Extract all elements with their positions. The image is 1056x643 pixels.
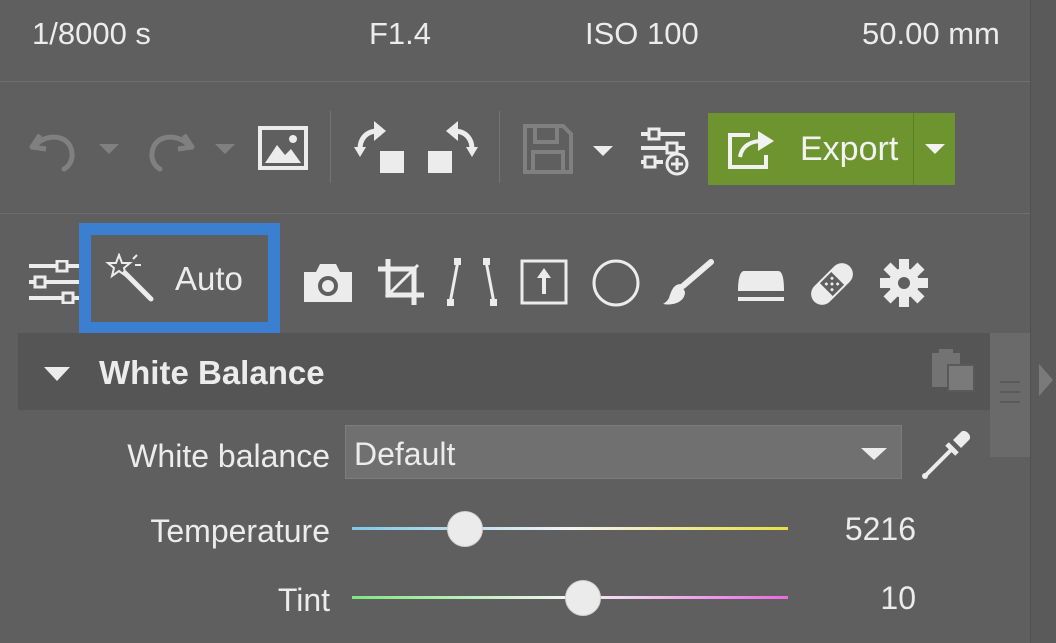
add-preset-button[interactable] xyxy=(636,125,692,177)
save-options-dropdown[interactable] xyxy=(590,141,616,161)
tint-value[interactable]: 10 xyxy=(796,580,916,617)
temperature-value[interactable]: 5216 xyxy=(796,511,916,548)
export-split-button: Export xyxy=(708,113,955,185)
rotate-right-icon xyxy=(428,121,478,173)
chevron-down-icon xyxy=(99,144,119,154)
chevron-down-icon xyxy=(861,448,887,460)
chevron-down-icon xyxy=(215,144,235,154)
chevron-down-icon xyxy=(593,146,613,156)
export-options-dropdown[interactable] xyxy=(914,113,955,185)
focal-length: 50.00 mm xyxy=(862,16,1000,51)
tab-perspective[interactable] xyxy=(444,257,500,307)
perspective-icon xyxy=(447,258,497,306)
redo-history-dropdown[interactable] xyxy=(212,139,238,159)
collapse-panel-strip[interactable] xyxy=(1030,0,1056,643)
chevron-right-icon xyxy=(1039,364,1053,396)
crop-icon xyxy=(378,259,424,305)
brush-icon xyxy=(663,259,714,305)
image-icon xyxy=(258,126,308,170)
frame-icon xyxy=(520,259,568,305)
undo-button[interactable] xyxy=(26,123,82,175)
paste-icon[interactable] xyxy=(930,347,978,393)
collapse-triangle-icon[interactable] xyxy=(42,365,72,383)
circle-icon xyxy=(592,259,640,307)
redo-icon xyxy=(149,133,195,172)
export-button[interactable]: Export xyxy=(708,113,913,185)
undo-icon xyxy=(29,133,75,172)
auto-label: Auto xyxy=(175,259,243,297)
tab-adjustments[interactable] xyxy=(26,259,82,305)
tab-crop[interactable] xyxy=(376,257,426,307)
main-toolbar: Export xyxy=(0,83,1030,214)
chevron-down-icon xyxy=(924,144,945,154)
tab-brush[interactable] xyxy=(660,257,716,309)
tint-slider-knob[interactable] xyxy=(565,580,602,616)
iso: ISO 100 xyxy=(585,16,699,51)
undo-history-dropdown[interactable] xyxy=(96,139,122,159)
tab-radial[interactable] xyxy=(590,257,642,309)
white-balance-picker-button[interactable] xyxy=(918,428,974,482)
redo-button[interactable] xyxy=(142,123,198,175)
temperature-slider-track[interactable] xyxy=(352,527,788,530)
tab-settings[interactable] xyxy=(878,257,930,309)
aperture: F1.4 xyxy=(369,16,432,51)
bandage-icon xyxy=(811,263,853,305)
white-balance-label: White balance xyxy=(127,438,330,474)
grip-icon xyxy=(1000,381,1020,403)
tint-label: Tint xyxy=(277,582,330,618)
white-balance-select[interactable]: Default xyxy=(345,425,902,479)
camera-icon xyxy=(304,264,352,302)
tool-tabs: Auto xyxy=(0,215,1030,334)
save-button[interactable] xyxy=(520,121,576,177)
save-icon xyxy=(523,124,573,174)
exif-info-bar: 1/8000 s F1.4 ISO 100 50.00 mm xyxy=(0,0,1030,82)
tab-healing[interactable] xyxy=(804,257,860,311)
magic-wand-icon xyxy=(105,252,154,301)
auto-button[interactable]: Auto xyxy=(79,223,280,334)
image-view-button[interactable] xyxy=(256,123,310,173)
gear-icon xyxy=(880,259,928,307)
tab-camera[interactable] xyxy=(302,259,354,305)
temperature-label: Temperature xyxy=(150,513,330,549)
eyedropper-icon xyxy=(922,430,971,479)
rotate-left-icon xyxy=(354,121,404,173)
iron-icon xyxy=(738,271,784,301)
temperature-slider-knob[interactable] xyxy=(447,511,484,547)
panel-scrollbar[interactable] xyxy=(990,333,1030,457)
shutter-speed: 1/8000 s xyxy=(32,16,151,51)
tab-iron[interactable] xyxy=(734,267,788,303)
add-preset-icon xyxy=(641,127,689,176)
export-label: Export xyxy=(800,129,899,168)
rotate-right-button[interactable] xyxy=(422,119,480,177)
sliders-icon xyxy=(29,260,79,304)
white-balance-value: Default xyxy=(354,436,456,472)
export-icon xyxy=(728,131,774,169)
panel-title: White Balance xyxy=(99,354,325,391)
white-balance-header[interactable]: White Balance xyxy=(18,333,990,410)
tab-frame[interactable] xyxy=(518,257,570,307)
rotate-left-button[interactable] xyxy=(352,119,410,177)
